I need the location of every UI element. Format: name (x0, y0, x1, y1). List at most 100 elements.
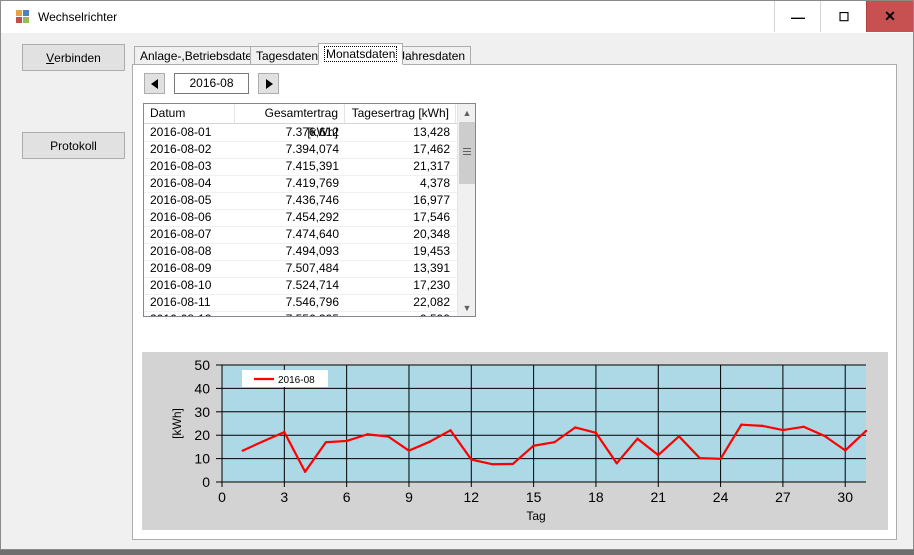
monatsdaten-panel: 2016-08 Datum Gesamtertrag [kWh] Tageser… (132, 64, 897, 540)
table-row[interactable]: 2016-08-05 7.436,746 16,977 (144, 192, 457, 210)
app-window: Wechselrichter — ☐ ✕ Verbinden Protokoll… (0, 0, 914, 550)
data-point (470, 458, 473, 461)
cell-datum: 2016-08-11 (150, 295, 211, 309)
cell-tagesertrag: 17,230 (413, 278, 450, 292)
y-tick-label: 40 (194, 380, 210, 396)
table-row[interactable]: 2016-08-04 7.419,769 4,378 (144, 175, 457, 193)
cell-tagesertrag: 22,082 (413, 295, 450, 309)
table-row[interactable]: 2016-08-127.556,3959,599 (144, 311, 457, 316)
cell-datum: 2016-08-08 (150, 244, 212, 258)
data-point (490, 463, 494, 466)
protocol-button[interactable]: Protokoll (22, 132, 125, 159)
cell-datum: 2016-08-04 (150, 176, 212, 190)
y-tick-label: 0 (202, 474, 210, 490)
table-row[interactable]: 2016-08-10 7.524,714 17,230 (144, 277, 457, 295)
data-point (823, 434, 826, 438)
cell-tagesertrag: 17,462 (413, 142, 450, 156)
data-point (241, 449, 244, 452)
table-row[interactable]: 2016-08-09 7.507,484 13,391 (144, 260, 457, 278)
x-tick-label: 15 (526, 489, 542, 505)
month-field[interactable]: 2016-08 (174, 73, 249, 94)
cell-gesamtertrag: 7.454,292 (285, 210, 339, 224)
data-point (407, 449, 411, 452)
tab-jahresdaten[interactable]: Jahresdaten (393, 46, 472, 64)
y-tick-label: 50 (194, 357, 210, 373)
table-row[interactable]: 2016-08-07 7.474,640 20,348 (144, 226, 457, 244)
cell-gesamtertrag: 7.419,769 (285, 176, 339, 190)
table-row[interactable]: 2016-08-02 7.394,074 17,462 (144, 141, 457, 159)
y-axis-title: [kWh] (170, 408, 184, 439)
data-point (781, 428, 785, 432)
cell-gesamtertrag: 7.507,484 (285, 261, 339, 275)
scroll-down-icon[interactable]: ▼ (458, 299, 475, 316)
triangle-left-icon (150, 78, 158, 89)
close-button[interactable]: ✕ (866, 1, 913, 32)
data-point (864, 429, 868, 433)
monthly-yield-chart: 0 10 20 30 40 50 0 3 6 9 12 15 18 21 24 27 30 Tag [kWh] 201… (142, 352, 888, 530)
grid-header: Datum Gesamtertrag [kWh] Tagesertrag [kW… (144, 104, 457, 139)
minimize-button[interactable]: — (774, 1, 821, 32)
tab-monatsdaten[interactable]: Monatsdaten (318, 43, 404, 65)
app-icon (16, 10, 30, 24)
x-tick-label: 18 (588, 489, 604, 505)
data-point (386, 435, 390, 438)
x-tick-label: 3 (280, 489, 288, 505)
connect-hotkey-letter: V (46, 50, 55, 65)
window-title: Wechselrichter (38, 10, 118, 24)
data-point (366, 433, 369, 436)
vertical-scrollbar[interactable]: ▲ ▼ (457, 104, 475, 316)
cell-tagesertrag: 19,453 (413, 244, 450, 258)
data-point (449, 429, 452, 432)
x-tick-label: 12 (464, 489, 480, 505)
title-bar[interactable]: Wechselrichter — ☐ ✕ (1, 1, 913, 33)
data-point (636, 437, 639, 440)
x-tick-label: 9 (405, 489, 413, 505)
cell-datum: 2016-08-09 (150, 261, 212, 275)
scroll-up-icon[interactable]: ▲ (458, 104, 475, 121)
data-point (760, 424, 764, 428)
tab-monatsdaten-label: Monatsdaten (324, 46, 398, 62)
x-tick-label: 30 (837, 489, 853, 505)
data-point (615, 462, 618, 465)
data-point (740, 423, 743, 426)
data-point (677, 435, 681, 438)
cell-datum: 2016-08-06 (150, 210, 212, 224)
data-point (324, 441, 328, 444)
x-tick-label: 21 (650, 489, 666, 505)
y-tick-label: 30 (194, 404, 210, 420)
prev-month-button[interactable] (144, 73, 165, 94)
data-point (283, 430, 286, 434)
data-point (573, 426, 577, 429)
tab-tagesdaten[interactable]: Tagesdaten (250, 46, 325, 64)
maximize-button[interactable]: ☐ (820, 1, 867, 32)
connect-button[interactable]: Verbinden (22, 44, 125, 71)
cell-gesamtertrag: 7.415,391 (285, 159, 339, 173)
next-month-button[interactable] (258, 73, 279, 94)
cell-datum: 2016-08-01 (150, 125, 212, 139)
table-row[interactable]: 2016-08-03 7.415,391 21,317 (144, 158, 457, 176)
data-point (345, 439, 348, 443)
data-point (262, 439, 265, 443)
data-point (802, 425, 805, 428)
data-point (594, 431, 598, 435)
column-header-tagesertrag[interactable]: Tagesertrag [kWh] (345, 104, 456, 123)
column-header-gesamtertrag[interactable]: Gesamtertrag [kWh] (235, 104, 345, 139)
table-row[interactable]: 2016-08-08 7.494,093 19,453 (144, 243, 457, 261)
monthly-data-grid[interactable]: Datum Gesamtertrag [kWh] Tagesertrag [kW… (143, 103, 476, 317)
cell-tagesertrag: 13,391 (413, 261, 450, 275)
tab-anlage-betriebsdaten[interactable]: Anlage-,Betriebsdaten (134, 46, 265, 64)
table-row[interactable]: 2016-08-11 7.546,796 22,082 (144, 294, 457, 312)
table-row[interactable]: 2016-08-01 7.376,612 13,428 (144, 124, 457, 142)
cell-tagesertrag: 21,317 (413, 159, 450, 173)
data-point (553, 441, 556, 444)
scroll-thumb[interactable] (459, 122, 475, 184)
cell-gesamtertrag: 7.474,640 (285, 227, 339, 241)
cell-tagesertrag: 17,546 (413, 210, 450, 224)
cell-datum: 2016-08-03 (150, 159, 212, 173)
table-row[interactable]: 2016-08-06 7.454,292 17,546 (144, 209, 457, 227)
data-point (428, 440, 431, 443)
x-tick-label: 0 (218, 489, 226, 505)
column-header-datum[interactable]: Datum (144, 104, 235, 123)
cell-gesamtertrag: 7.376,612 (285, 125, 339, 139)
chart-svg: 0 10 20 30 40 50 0 3 6 9 12 15 18 21 24 27 30 Tag [kWh] 201… (170, 357, 868, 523)
